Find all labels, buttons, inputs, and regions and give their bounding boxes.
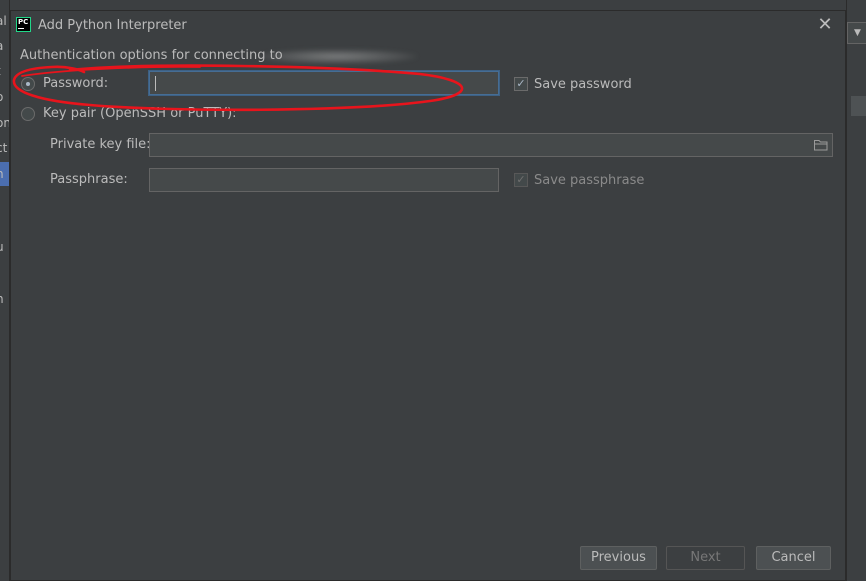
passphrase-input[interactable] bbox=[149, 168, 499, 192]
add-python-interpreter-dialog: PC Add Python Interpreter ✕ Authenticati… bbox=[10, 10, 846, 581]
background-fragment: u bbox=[0, 240, 9, 254]
background-dropdown[interactable]: ▼ bbox=[847, 22, 866, 44]
close-button[interactable]: ✕ bbox=[815, 15, 835, 35]
password-input[interactable] bbox=[149, 71, 499, 95]
background-fragment: o bbox=[0, 90, 9, 104]
background-fragment: j bbox=[0, 192, 9, 206]
background-fragment: a bbox=[0, 39, 9, 53]
background-fragment: l bbox=[0, 216, 9, 230]
cancel-button[interactable]: Cancel bbox=[756, 546, 831, 570]
passphrase-label: Passphrase: bbox=[50, 172, 128, 187]
screen: al a t o on ct h j l u n ▼ PC Add Python… bbox=[0, 0, 866, 581]
next-button[interactable]: Next bbox=[666, 546, 745, 570]
save-password-checkbox[interactable]: ✓ bbox=[514, 77, 528, 91]
background-fragment: on bbox=[0, 116, 9, 130]
private-key-file-label: Private key file: bbox=[50, 137, 151, 152]
text-caret bbox=[155, 76, 156, 91]
save-passphrase-checkbox[interactable]: ✓ bbox=[514, 173, 528, 187]
authentication-options-label: Authentication options for connecting to bbox=[20, 48, 283, 63]
redacted-host bbox=[257, 49, 417, 64]
folder-icon[interactable] bbox=[814, 139, 828, 151]
background-fragment: al bbox=[0, 14, 7, 28]
save-passphrase-label: Save passphrase bbox=[534, 173, 645, 188]
background-fragment: h bbox=[0, 167, 9, 181]
background-fragment: ct bbox=[0, 141, 8, 155]
key-pair-label: Key pair (OpenSSH or PuTTY): bbox=[43, 106, 237, 121]
pycharm-icon: PC bbox=[16, 17, 31, 32]
background-right-panel: ▼ bbox=[846, 0, 866, 581]
background-settings-panel: al a t o on ct h j l u n bbox=[0, 0, 10, 581]
dialog-title: Add Python Interpreter bbox=[38, 18, 187, 33]
background-fragment: n bbox=[0, 292, 9, 306]
private-key-file-input[interactable] bbox=[149, 133, 833, 157]
key-pair-radio[interactable] bbox=[21, 107, 35, 121]
background-fragment: t bbox=[0, 64, 9, 78]
previous-button[interactable]: Previous bbox=[580, 546, 657, 570]
save-password-label: Save password bbox=[534, 77, 632, 92]
password-label: Password: bbox=[43, 76, 109, 91]
password-radio[interactable] bbox=[21, 77, 35, 91]
dialog-titlebar[interactable]: PC Add Python Interpreter ✕ bbox=[11, 11, 845, 39]
background-strip bbox=[851, 96, 866, 116]
